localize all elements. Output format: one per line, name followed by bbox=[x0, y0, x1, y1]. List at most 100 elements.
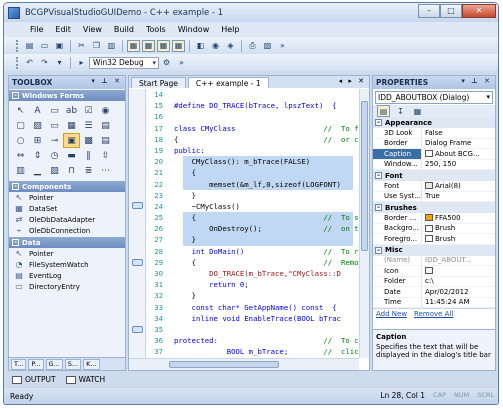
code-line[interactable]: 36 protected: // To cha bbox=[147, 335, 359, 346]
preview-icon[interactable]: ▧ bbox=[261, 40, 274, 52]
collapse-icon[interactable]: – bbox=[12, 183, 19, 190]
categorized-icon[interactable]: ▤ bbox=[377, 105, 390, 117]
maximize-button[interactable]: □ bbox=[440, 4, 462, 18]
editor-body[interactable]: 14 15 #define DO_TRACE(bTrace, lpszText)… bbox=[129, 89, 359, 358]
tab-menu-close-icon[interactable]: ◂ ▸ ✕ bbox=[339, 77, 366, 85]
splitter-icon[interactable]: ‖ bbox=[80, 148, 97, 163]
scrollbar-thumb[interactable] bbox=[361, 101, 368, 251]
open-folder-icon[interactable]: ▭ bbox=[38, 40, 51, 52]
hscroll-icon[interactable]: ⇔ bbox=[12, 148, 29, 163]
category-appearance[interactable]: – Appearance bbox=[373, 117, 495, 128]
slider-icon[interactable]: ⊸ bbox=[46, 133, 63, 148]
run-icon[interactable]: ▸ bbox=[75, 57, 88, 69]
toolbox-section-windows-forms[interactable]: – Windows Forms bbox=[9, 90, 125, 101]
print-icon[interactable]: ⎙ bbox=[246, 40, 259, 52]
selected-control-icon[interactable]: ▣ bbox=[63, 133, 80, 148]
menu-file[interactable]: File bbox=[24, 25, 49, 34]
category-misc[interactable]: – Misc bbox=[373, 244, 495, 256]
label-icon[interactable]: A bbox=[29, 103, 46, 118]
toolbox-item-directoryentry[interactable]: ▭ DirectoryEntry bbox=[9, 281, 125, 292]
property-row[interactable]: Font Arial(8) bbox=[373, 181, 495, 192]
bookmark-icon[interactable] bbox=[132, 326, 143, 333]
properties-header[interactable]: PROPERTIES ▾ ⊥ ✕ bbox=[373, 76, 495, 89]
code-text[interactable]: 14 15 #define DO_TRACE(bTrace, lpszText)… bbox=[147, 89, 359, 358]
horizontal-scrollbar[interactable] bbox=[129, 358, 359, 370]
collapse-icon[interactable]: – bbox=[375, 119, 382, 126]
datagrid-icon[interactable]: ▦ bbox=[63, 118, 80, 133]
minimize-button[interactable]: – bbox=[418, 4, 440, 18]
tree-icon[interactable]: ⊞ bbox=[29, 133, 46, 148]
code-line[interactable]: 19 public: bbox=[147, 145, 359, 156]
textbox-icon[interactable]: ab bbox=[63, 103, 80, 118]
radio-icon[interactable]: ◉ bbox=[97, 103, 114, 118]
menu-edit[interactable]: Edit bbox=[49, 25, 77, 34]
menu-icon[interactable]: ▥ bbox=[12, 163, 29, 178]
code-line[interactable]: 31 return 0; bbox=[147, 279, 359, 290]
property-row[interactable]: Backgro... Brush bbox=[373, 223, 495, 234]
collapse-icon[interactable]: – bbox=[375, 246, 382, 254]
toolbox-tab[interactable]: G... bbox=[45, 358, 63, 370]
toolbar-chevron-icon[interactable]: » bbox=[175, 57, 188, 69]
menu-window[interactable]: Window bbox=[172, 25, 216, 34]
layout-1-icon[interactable]: ▦ bbox=[127, 39, 140, 52]
toolbox-tab[interactable]: T... bbox=[11, 358, 27, 370]
code-line[interactable]: 21 { bbox=[147, 167, 359, 178]
bookmark-margin[interactable] bbox=[129, 89, 146, 358]
category-brushes[interactable]: – Brushes bbox=[373, 202, 495, 213]
code-line[interactable]: 37 BOOL m_bTrace; // click bbox=[147, 346, 359, 357]
code-line[interactable]: 16 bbox=[147, 111, 359, 122]
toolbox-item-pointer[interactable]: ↖ Pointer bbox=[9, 248, 125, 259]
calendar-icon[interactable]: ▤ bbox=[97, 133, 114, 148]
pointer-icon[interactable]: ↖ bbox=[12, 103, 29, 118]
picture-icon[interactable]: ▨ bbox=[29, 118, 46, 133]
property-row[interactable]: (Name) IDD_ABOUT... bbox=[373, 255, 495, 266]
code-line[interactable]: 18 { // or cli bbox=[147, 134, 359, 145]
redo-icon[interactable]: ↷ bbox=[38, 57, 51, 69]
property-row[interactable]: Icon bbox=[373, 266, 495, 277]
toolbar-grip[interactable] bbox=[16, 56, 19, 69]
add-new-link[interactable]: Add New bbox=[376, 310, 407, 318]
toolbar-chevron-icon[interactable]: » bbox=[276, 40, 289, 52]
toolbox-section-components[interactable]: – Components bbox=[9, 181, 125, 192]
save-icon[interactable]: ▣ bbox=[53, 40, 66, 52]
image-list-icon[interactable]: ▧ bbox=[46, 163, 63, 178]
menu-help[interactable]: Help bbox=[215, 25, 245, 34]
collapse-icon[interactable]: – bbox=[375, 204, 382, 211]
code-line[interactable]: 24 ~CMyClass() bbox=[147, 201, 359, 212]
toolbox-tab[interactable]: P... bbox=[28, 358, 44, 370]
button-icon[interactable]: ▭ bbox=[46, 103, 63, 118]
progress-icon[interactable]: ▬ bbox=[63, 148, 80, 163]
groupbox-icon[interactable]: ▢ bbox=[12, 118, 29, 133]
property-pages-icon[interactable]: ▦ bbox=[411, 105, 424, 117]
paste-icon[interactable]: ▥ bbox=[105, 40, 118, 52]
tab-start-page[interactable]: Start Page bbox=[131, 77, 186, 88]
radio-button-icon[interactable]: ○ bbox=[12, 133, 29, 148]
find-icon[interactable]: ◉ bbox=[209, 40, 222, 52]
close-button[interactable]: ✕ bbox=[462, 4, 496, 18]
bookmark-icon[interactable] bbox=[132, 202, 143, 209]
listbox-icon[interactable]: ☰ bbox=[80, 118, 97, 133]
pin-close-icon[interactable]: ▾ ⊥ ✕ bbox=[461, 77, 492, 85]
bookmark-icon[interactable] bbox=[132, 259, 143, 266]
undo-icon[interactable]: ↶ bbox=[23, 57, 36, 69]
code-line[interactable]: 23 } bbox=[147, 190, 359, 201]
combobox-icon[interactable]: ▤ bbox=[97, 118, 114, 133]
build-icon[interactable]: ⚙ bbox=[160, 57, 173, 69]
replace-icon[interactable]: ◈ bbox=[224, 40, 237, 52]
statusbar-icon[interactable]: ▁ bbox=[29, 163, 46, 178]
dropdown-icon[interactable]: ▾ bbox=[53, 57, 66, 69]
toolbox-item-pointer[interactable]: ↖ Pointer bbox=[9, 192, 125, 203]
new-file-icon[interactable]: ▤ bbox=[23, 40, 36, 52]
menu-build[interactable]: Build bbox=[108, 25, 140, 34]
grid-icon[interactable]: ▩ bbox=[80, 133, 97, 148]
code-line[interactable]: 32 } bbox=[147, 290, 359, 301]
code-line[interactable]: 34 inline void EnableTrace(BOOL bTrac bbox=[147, 313, 359, 324]
toolbox-tab[interactable]: K... bbox=[83, 358, 100, 370]
property-row-selected[interactable]: Caption About BCG... bbox=[373, 149, 495, 160]
layout-4-icon[interactable]: ▦ bbox=[172, 39, 185, 52]
tab-watch[interactable]: WATCH bbox=[65, 375, 105, 384]
code-line[interactable]: 15 #define DO_TRACE(bTrace, lpszText) { bbox=[147, 100, 359, 111]
pin-close-icon[interactable]: ▾ ⊥ ✕ bbox=[91, 77, 122, 85]
toolbar-control-icon[interactable]: ⋯ bbox=[97, 163, 114, 178]
toolbox-tab[interactable]: S... bbox=[64, 358, 82, 370]
